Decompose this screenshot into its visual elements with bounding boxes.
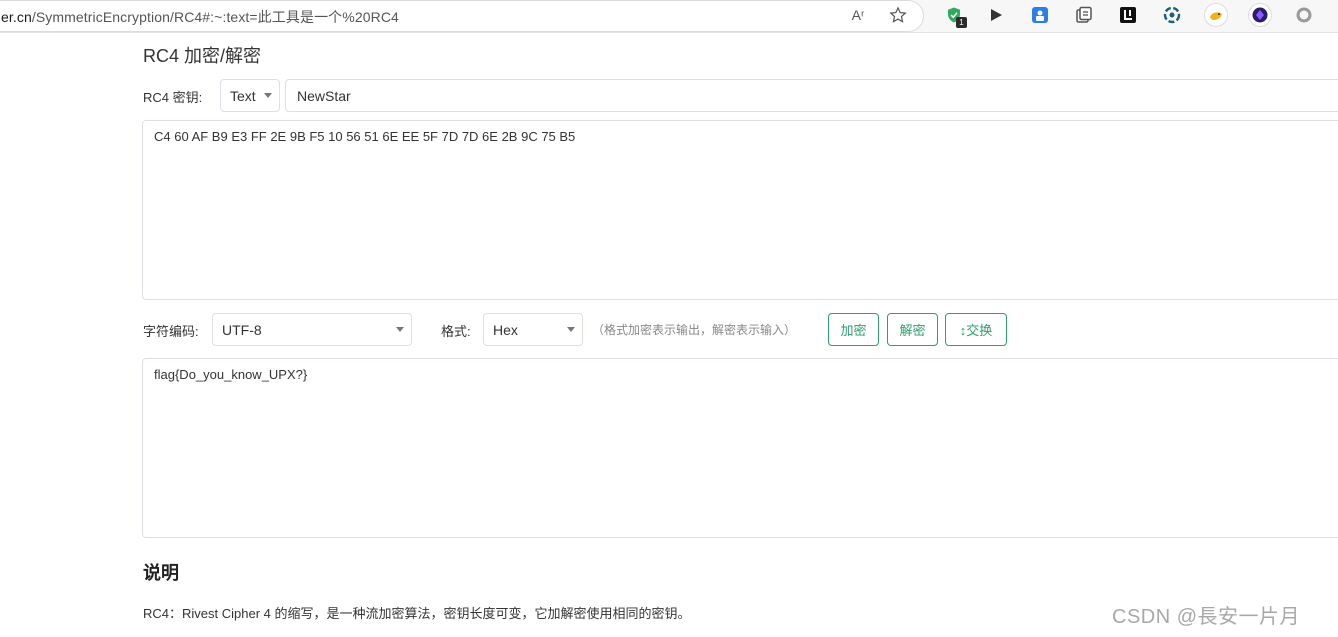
key-input-value: NewStar <box>297 88 351 104</box>
yellow-animal-extension-icon[interactable] <box>1204 3 1228 27</box>
output-textarea[interactable]: flag{Do_you_know_UPX?} <box>142 358 1338 538</box>
key-input[interactable]: NewStar <box>285 79 1338 112</box>
extension-badge: 1 <box>956 17 967 28</box>
csdn-watermark: CSDN @長安一片月 <box>1112 606 1301 628</box>
key-type-select[interactable]: Text <box>220 79 280 112</box>
input-textarea[interactable]: C4 60 AF B9 E3 FF 2E 9B F5 10 56 51 6E E… <box>142 120 1338 300</box>
openai-extension-icon[interactable] <box>1162 5 1182 25</box>
description-text: RC4：Rivest Cipher 4 的缩写，是一种流加密算法，密钥长度可变，… <box>143 606 691 621</box>
decrypt-button[interactable]: 解密 <box>887 313 938 346</box>
output-textarea-value: flag{Do_you_know_UPX?} <box>154 367 308 382</box>
charset-value: UTF-8 <box>222 322 262 338</box>
blue-tile-extension-icon[interactable] <box>1030 5 1050 25</box>
format-hint: （格式加密表示输出，解密表示输入） <box>592 323 797 337</box>
read-aloud-icon[interactable]: Aʳ <box>848 5 868 25</box>
shield-extension-icon[interactable]: 1 <box>944 5 967 28</box>
browser-toolbar: er.cn/SymmetricEncryption/RC4#:~:text=此工… <box>0 0 1338 33</box>
play-extension-icon[interactable] <box>986 5 1006 25</box>
collections-icon[interactable] <box>1074 5 1094 25</box>
circle-extension-icon[interactable] <box>1294 5 1314 25</box>
chevron-down-icon <box>396 327 404 332</box>
dark-square-extension-icon[interactable] <box>1118 5 1138 25</box>
charset-label: 字符编码: <box>143 324 199 339</box>
description-heading: 说明 <box>143 563 179 583</box>
format-select[interactable]: Hex <box>483 313 583 346</box>
key-type-value: Text <box>230 88 256 104</box>
purple-diamond-extension-icon[interactable] <box>1248 3 1272 27</box>
page-title: RC4 加密/解密 <box>143 46 262 66</box>
encrypt-button[interactable]: 加密 <box>828 313 879 346</box>
address-bar[interactable]: er.cn/SymmetricEncryption/RC4#:~:text=此工… <box>0 0 924 32</box>
swap-button[interactable]: ↕交换 <box>945 313 1007 346</box>
charset-select[interactable]: UTF-8 <box>212 313 412 346</box>
url-text[interactable]: er.cn/SymmetricEncryption/RC4#:~:text=此工… <box>1 7 399 27</box>
favorite-star-icon[interactable] <box>888 5 908 25</box>
input-textarea-value: C4 60 AF B9 E3 FF 2E 9B F5 10 56 51 6E E… <box>154 129 576 144</box>
key-label: RC4 密钥: <box>143 90 203 105</box>
chevron-down-icon <box>264 93 272 98</box>
format-label: 格式: <box>441 324 471 339</box>
chevron-down-icon <box>567 327 575 332</box>
format-value: Hex <box>493 322 518 338</box>
